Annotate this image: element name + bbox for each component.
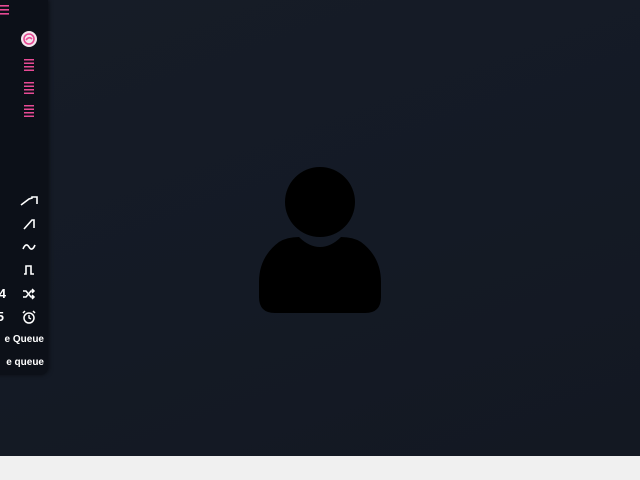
- queue-button[interactable]: e Queue: [0, 334, 44, 345]
- square-wave-icon[interactable]: [20, 262, 38, 278]
- alarm-clock-icon[interactable]: [20, 309, 38, 325]
- app-logo-icon[interactable]: [21, 31, 37, 47]
- list-icon[interactable]: [22, 81, 36, 95]
- queue-button-secondary[interactable]: e queue: [0, 357, 44, 368]
- counter-value-secondary: 5: [0, 309, 4, 324]
- list-icon[interactable]: [22, 58, 36, 72]
- bottom-bar: [0, 456, 640, 480]
- sine-wave-icon[interactable]: [20, 239, 38, 255]
- list-icon[interactable]: [22, 104, 36, 118]
- user-avatar-icon: [259, 167, 381, 313]
- queue-label-secondary: e queue: [6, 357, 44, 368]
- counter-value: 4: [0, 286, 6, 301]
- queue-label: e Queue: [4, 334, 44, 345]
- hamburger-menu-icon[interactable]: [0, 3, 10, 17]
- sidebar: 4 5 e Queue e queue: [0, 0, 48, 375]
- shuffle-icon[interactable]: [20, 286, 38, 302]
- sawtooth-wave-icon[interactable]: [20, 193, 38, 209]
- ramp-wave-icon[interactable]: [20, 216, 38, 232]
- main-stage: [0, 0, 640, 456]
